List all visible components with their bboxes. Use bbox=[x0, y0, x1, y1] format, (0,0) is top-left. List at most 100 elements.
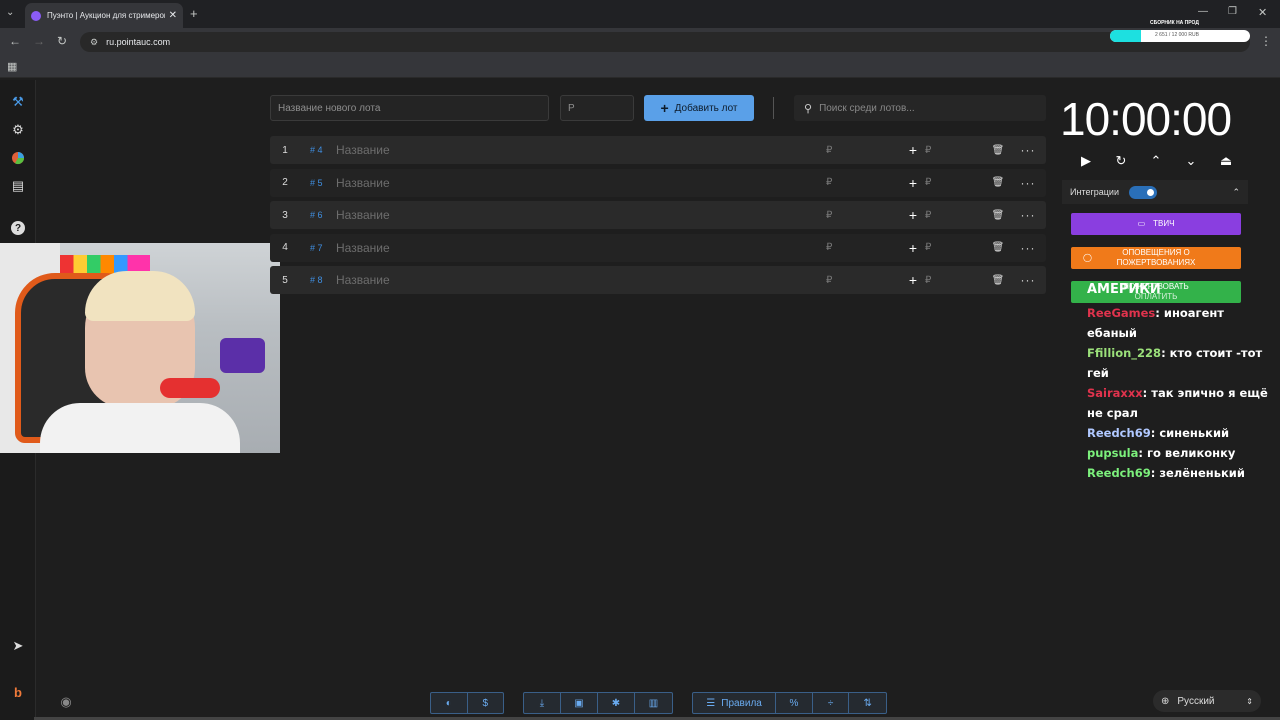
delete-icon[interactable]: 🗑 bbox=[983, 177, 1013, 188]
lot-amount: ₽ bbox=[826, 242, 833, 253]
github-icon[interactable]: ◐ bbox=[431, 693, 468, 713]
lot-id: # 8 bbox=[310, 275, 323, 285]
download-icon[interactable]: ⤓ bbox=[524, 693, 561, 713]
more-icon[interactable]: ··· bbox=[1013, 208, 1043, 222]
close-tab-icon[interactable]: ✕ bbox=[169, 10, 177, 21]
boosty-icon[interactable]: b bbox=[8, 682, 28, 702]
collapse-icon[interactable]: ⌃ bbox=[1232, 187, 1240, 198]
add-amount-icon[interactable]: + bbox=[901, 207, 925, 223]
new-tab-icon[interactable]: + bbox=[190, 6, 198, 21]
apps-icon[interactable]: ▦ bbox=[7, 60, 17, 73]
forward-icon[interactable]: → bbox=[33, 34, 45, 48]
chat-username: Reedch69 bbox=[1087, 426, 1151, 440]
lot-name[interactable]: Название bbox=[336, 241, 826, 255]
sort-icon[interactable]: ⇅ bbox=[849, 693, 886, 713]
lot-row[interactable]: 2 # 5 Название ₽ + ₽ 🗑 ··· bbox=[270, 168, 1046, 197]
split-icon[interactable]: ÷ bbox=[813, 693, 850, 713]
lot-number: 2 bbox=[282, 177, 288, 188]
chat-message: ReeGames: иноагент ебаный bbox=[1087, 303, 1277, 343]
integrations-toggle[interactable] bbox=[1128, 185, 1157, 199]
lot-increment-input[interactable]: ₽ bbox=[925, 177, 983, 188]
reload-icon[interactable]: ↻ bbox=[57, 34, 67, 48]
toolbar-divider bbox=[773, 97, 774, 119]
lot-increment-input[interactable]: ₽ bbox=[925, 210, 983, 221]
telegram-icon[interactable]: ➤ bbox=[8, 636, 28, 656]
settings-icon[interactable]: ⚙ bbox=[8, 120, 28, 140]
dollar-icon[interactable]: $ bbox=[468, 693, 504, 713]
chat-message: pupsula: го великонку bbox=[1087, 443, 1277, 463]
close-window-icon[interactable]: ✕ bbox=[1258, 6, 1267, 19]
lot-number: 4 bbox=[282, 242, 288, 253]
lot-name[interactable]: Название bbox=[336, 273, 826, 287]
delete-icon[interactable]: 🗑 bbox=[983, 210, 1013, 221]
delete-icon[interactable]: 🗑 bbox=[983, 242, 1013, 253]
donation-alerts-button[interactable]: ◯ ОПОВЕЩЕНИЯ О ПОЖЕРТВОВАНИЯХ bbox=[1071, 247, 1241, 269]
play-icon[interactable]: ▶ bbox=[1076, 152, 1096, 170]
percent-button[interactable]: % bbox=[776, 693, 813, 713]
add-lot-button[interactable]: + Добавить лот bbox=[644, 95, 754, 121]
lot-search-field[interactable]: ⚲ Поиск среди лотов... bbox=[794, 95, 1046, 121]
eject-icon[interactable]: ⏏ bbox=[1216, 152, 1236, 170]
delete-icon[interactable]: 🗑 bbox=[983, 145, 1013, 156]
eye-icon[interactable]: ◉ bbox=[56, 692, 76, 712]
clear-icon[interactable]: ▥ bbox=[635, 693, 672, 713]
rules-label: Правила bbox=[721, 697, 762, 709]
help-icon[interactable]: ? bbox=[8, 218, 28, 238]
chat-username: Sairaxxx bbox=[1087, 386, 1143, 400]
chat-text: го великонку bbox=[1147, 446, 1236, 460]
integrations-panel-header[interactable]: Интеграции ⌃ bbox=[1062, 180, 1248, 204]
maximize-icon[interactable]: ❐ bbox=[1228, 6, 1237, 17]
new-lot-name-input[interactable] bbox=[270, 95, 549, 121]
lot-amount-input[interactable] bbox=[560, 95, 634, 121]
twitch-button[interactable]: ▭ ТВИЧ bbox=[1071, 213, 1241, 235]
add-lot-label: Добавить лот bbox=[674, 102, 738, 114]
lot-number: 5 bbox=[282, 274, 288, 286]
lot-row[interactable]: 3 # 6 Название ₽ + ₽ 🗑 ··· bbox=[270, 201, 1046, 229]
add-amount-icon[interactable]: + bbox=[901, 175, 925, 191]
more-icon[interactable]: ··· bbox=[1013, 273, 1043, 287]
lot-row[interactable]: 1 # 4 Название ₽ + ₽ 🗑 ··· bbox=[270, 136, 1046, 164]
more-icon[interactable]: ··· bbox=[1013, 176, 1043, 190]
twitch-label: ТВИЧ bbox=[1153, 219, 1175, 228]
lot-row[interactable]: 5 # 8 Название ₽ + ₽ 🗑 ··· bbox=[270, 266, 1046, 294]
lot-increment-input[interactable]: ₽ bbox=[925, 145, 983, 156]
lot-id: # 4 bbox=[310, 145, 323, 155]
back-icon[interactable]: ← bbox=[9, 34, 21, 48]
tab-search-icon[interactable]: ⌄ bbox=[6, 7, 14, 18]
browser-tab[interactable]: Пуэнто | Аукцион для стримеров ✕ bbox=[25, 3, 183, 28]
chevron-up-icon[interactable]: ⌃ bbox=[1146, 152, 1166, 170]
wheel-icon[interactable] bbox=[8, 148, 28, 168]
more-icon[interactable]: ··· bbox=[1013, 241, 1043, 255]
clipboard-icon[interactable]: ▤ bbox=[8, 176, 28, 196]
minimize-icon[interactable]: — bbox=[1198, 6, 1208, 17]
donation-alerts-icon: ◯ bbox=[1083, 253, 1092, 262]
add-amount-icon[interactable]: + bbox=[901, 272, 925, 288]
chat-separator: : bbox=[1138, 446, 1147, 460]
bug-icon[interactable]: ✱ bbox=[598, 693, 635, 713]
lot-increment-input[interactable]: ₽ bbox=[925, 242, 983, 253]
auction-hammer-icon[interactable]: ⚒ bbox=[8, 92, 28, 112]
timer-display: 10:00:00 bbox=[1060, 93, 1232, 145]
lot-name[interactable]: Название bbox=[336, 176, 826, 190]
lot-name[interactable]: Название bbox=[336, 208, 826, 222]
add-amount-icon[interactable]: + bbox=[901, 240, 925, 256]
delete-icon[interactable]: 🗑 bbox=[983, 275, 1013, 286]
url-field[interactable]: ⚙ ru.pointauc.com bbox=[80, 32, 1250, 52]
donation-alerts-label: ОПОВЕЩЕНИЯ О ПОЖЕРТВОВАНИЯХ bbox=[1116, 248, 1196, 267]
add-amount-icon[interactable]: + bbox=[901, 142, 925, 158]
lot-row[interactable]: 4 # 7 Название ₽ + ₽ 🗑 ··· bbox=[270, 233, 1046, 262]
more-icon[interactable]: ··· bbox=[1013, 143, 1043, 157]
language-select[interactable]: ⊕ Русский ⇕ bbox=[1153, 690, 1261, 712]
menu-icon[interactable]: ⋮ bbox=[1260, 34, 1272, 48]
lot-increment-input[interactable]: ₽ bbox=[925, 275, 983, 286]
lot-name[interactable]: Название bbox=[336, 143, 826, 157]
rules-button[interactable]: ☰ Правила bbox=[693, 693, 777, 713]
select-arrows-icon: ⇕ bbox=[1246, 696, 1253, 706]
reset-icon[interactable]: ↻ bbox=[1111, 152, 1131, 170]
save-icon[interactable]: ▣ bbox=[561, 693, 598, 713]
footer-toolbar-group-3: ☰ Правила % ÷ ⇅ bbox=[692, 692, 887, 714]
chat-username: Ffillion_228 bbox=[1087, 346, 1162, 360]
search-icon: ⚲ bbox=[804, 102, 813, 115]
site-info-icon[interactable]: ⚙ bbox=[90, 37, 98, 48]
chevron-down-icon[interactable]: ⌄ bbox=[1181, 152, 1201, 170]
